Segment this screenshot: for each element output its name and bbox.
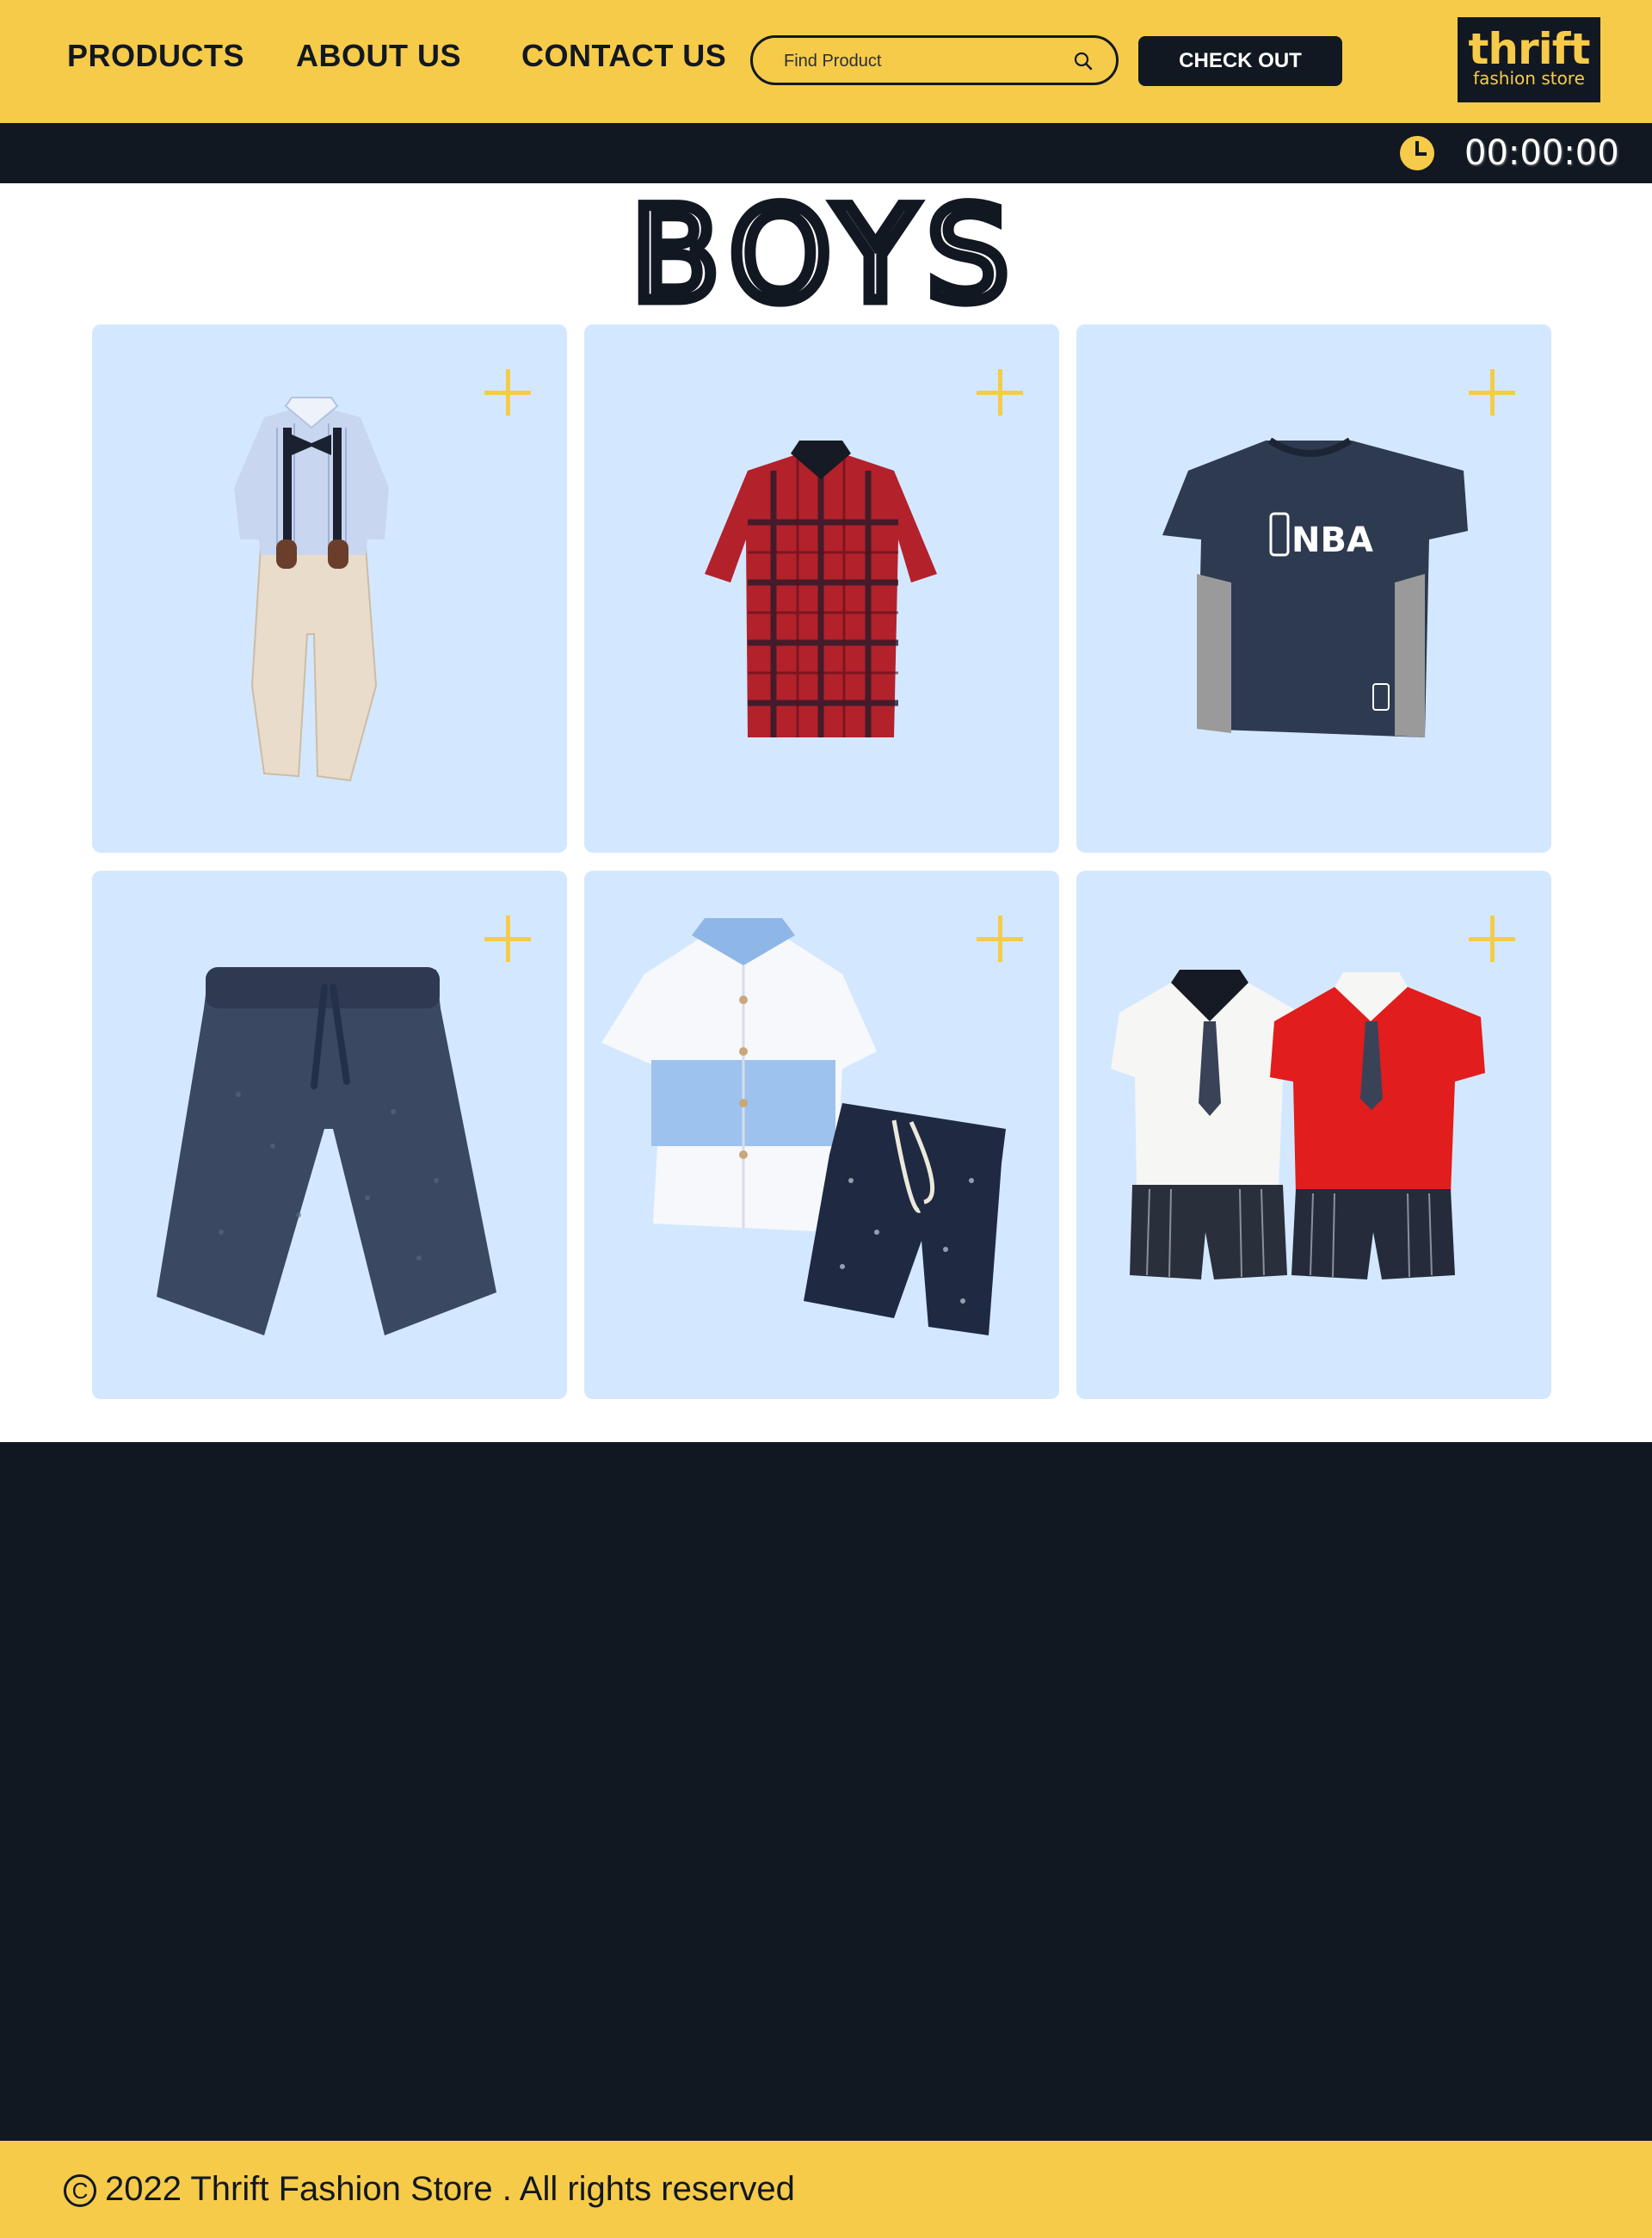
product-card[interactable] — [584, 324, 1059, 853]
search-box — [750, 35, 1119, 85]
product-card[interactable]: NBA — [1076, 324, 1551, 853]
product-card[interactable] — [92, 871, 567, 1399]
dark-content-area — [0, 1442, 1652, 2141]
copyright-text-block: C 2022 Thrift Fashion Store . All rights … — [64, 2170, 795, 2209]
product-card[interactable] — [584, 871, 1059, 1399]
add-to-cart-plus-icon[interactable] — [484, 916, 531, 962]
timer-display: 00:00:00 — [1464, 133, 1619, 173]
svg-text:NBA: NBA — [1291, 521, 1373, 560]
timer-bar: 00:00:00 — [0, 123, 1652, 183]
logo-word: thrift — [1468, 24, 1591, 74]
copyright-text: 2022 Thrift Fashion Store . All rights r… — [105, 2170, 795, 2208]
copyright-icon: C — [64, 2174, 96, 2207]
add-to-cart-plus-icon[interactable] — [977, 916, 1023, 962]
nav-products[interactable]: PRODUCTS — [67, 38, 244, 74]
add-to-cart-plus-icon[interactable] — [977, 369, 1023, 416]
add-to-cart-plus-icon[interactable] — [1469, 916, 1515, 962]
product-card[interactable] — [1076, 871, 1551, 1399]
search-icon[interactable] — [1073, 51, 1094, 71]
search-input[interactable] — [784, 48, 1059, 74]
add-to-cart-plus-icon[interactable] — [484, 369, 531, 416]
product-card[interactable] — [92, 324, 567, 853]
footer: C 2022 Thrift Fashion Store . All rights … — [0, 2141, 1652, 2238]
top-header: PRODUCTS ABOUT US CONTACT US CHECK OUT t… — [0, 0, 1652, 123]
nav-contact-us[interactable]: CONTACT US — [521, 38, 726, 74]
thrift-logo[interactable]: thrift fashion store — [1458, 17, 1600, 102]
nav-about-us[interactable]: ABOUT US — [296, 38, 461, 74]
logo-tagline: fashion store — [1473, 68, 1585, 89]
clock-icon — [1400, 136, 1434, 170]
category-title: BOYS — [626, 181, 1021, 330]
checkout-button[interactable]: CHECK OUT — [1138, 36, 1342, 86]
add-to-cart-plus-icon[interactable] — [1469, 369, 1515, 416]
